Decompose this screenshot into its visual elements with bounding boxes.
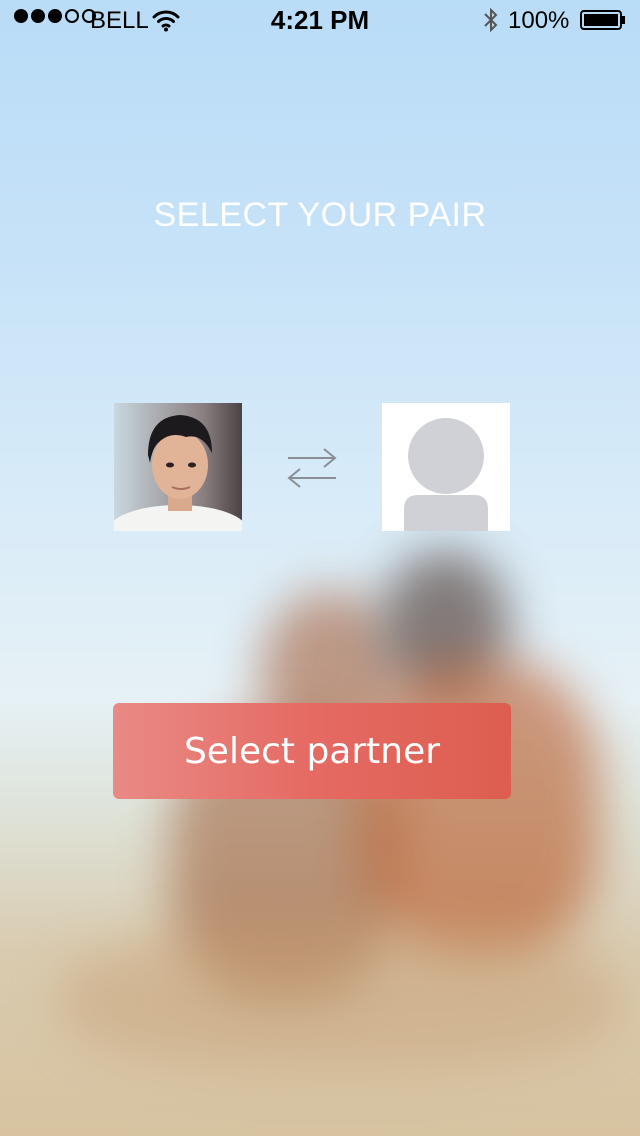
battery-icon <box>580 10 625 30</box>
swap-arrows-icon[interactable] <box>286 446 338 490</box>
status-bar: BELL 4:21 PM 100% <box>0 0 640 40</box>
select-partner-label: Select partner <box>183 730 441 772</box>
bluetooth-icon <box>484 7 498 33</box>
user-photo-icon <box>114 403 242 531</box>
partner-avatar[interactable] <box>382 403 510 531</box>
placeholder-avatar-icon <box>404 418 488 531</box>
select-partner-button[interactable]: Select partner <box>113 703 511 799</box>
page-title: SELECT YOUR PAIR <box>153 196 487 234</box>
background-blur <box>60 930 620 1070</box>
user-avatar[interactable] <box>114 403 242 531</box>
battery-percent: 100% <box>508 7 570 34</box>
